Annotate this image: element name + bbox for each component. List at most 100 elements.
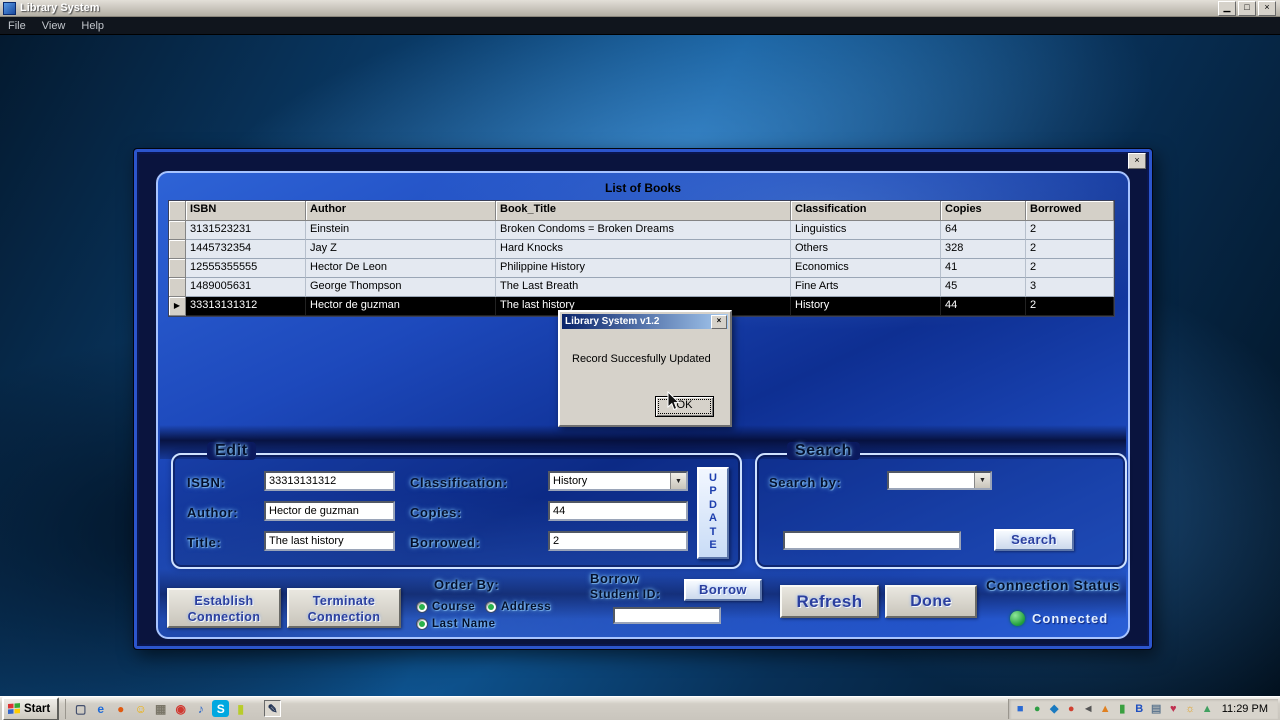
radio-dot-icon[interactable] (416, 601, 428, 613)
grid-cell[interactable]: Broken Condoms = Broken Dreams (496, 221, 791, 240)
shield-icon[interactable]: ▲ (1200, 701, 1215, 716)
music-icon[interactable]: ♪ (192, 700, 209, 717)
grid-column-header[interactable]: Borrowed (1026, 201, 1114, 221)
grid-cell[interactable]: Hector de guzman (306, 297, 496, 316)
display-icon[interactable]: ■ (1013, 701, 1028, 716)
grid-cell[interactable]: Hard Knocks (496, 240, 791, 259)
borrow-button[interactable]: Borrow (684, 579, 762, 601)
terminate-connection-button[interactable]: Terminate Connection (287, 588, 401, 628)
chevron-down-icon[interactable]: ▼ (670, 473, 686, 489)
isbn-field[interactable] (264, 471, 395, 491)
show-desktop-icon[interactable]: ▢ (72, 700, 89, 717)
table-row[interactable]: 3131523231 Einstein Broken Condoms = Broke… (169, 221, 1114, 240)
search-button[interactable]: Search (994, 529, 1074, 551)
author-field[interactable] (264, 501, 395, 521)
start-button[interactable]: Start (2, 696, 60, 720)
grid-cell[interactable]: Philippine History (496, 259, 791, 278)
radio-last-name[interactable]: Last Name (416, 618, 496, 630)
grid-cell[interactable]: 3 (1026, 278, 1114, 297)
grid-cell[interactable]: Einstein (306, 221, 496, 240)
row-selector[interactable] (169, 259, 186, 278)
table-row[interactable]: 12555355555 Hector De Leon Philippine Hist… (169, 259, 1114, 278)
row-selector[interactable] (169, 278, 186, 297)
browser-e-icon[interactable]: e (92, 700, 109, 717)
menu-view[interactable]: View (34, 20, 74, 32)
row-selector[interactable] (169, 240, 186, 259)
window-titlebar[interactable]: Library System ▁ □ × (0, 0, 1280, 17)
radio-dot-icon[interactable] (416, 618, 428, 630)
grid-cell[interactable]: 2 (1026, 240, 1114, 259)
messenger-icon[interactable]: ● (1064, 701, 1079, 716)
radio-address[interactable]: Address (485, 601, 551, 613)
copies-field[interactable] (548, 501, 688, 521)
close-icon[interactable]: × (1258, 0, 1276, 16)
network-icon[interactable]: ▲ (1098, 701, 1113, 716)
grid-cell[interactable]: Economics (791, 259, 941, 278)
title-field[interactable] (264, 531, 395, 551)
search-query-input[interactable] (783, 531, 961, 550)
bluetooth-icon[interactable]: B (1132, 701, 1147, 716)
dialog-ok-button[interactable]: OK (655, 396, 714, 417)
sun-icon[interactable]: ☼ (1183, 701, 1198, 716)
refresh-button[interactable]: Refresh (780, 585, 879, 618)
student-id-input[interactable] (613, 607, 721, 624)
notes-icon[interactable]: ▮ (232, 700, 249, 717)
done-button[interactable]: Done (885, 585, 977, 618)
table-row[interactable]: 1489005631 George Thompson The Last Breath… (169, 278, 1114, 297)
grid-cell[interactable]: 328 (941, 240, 1026, 259)
maximize-icon[interactable]: □ (1238, 0, 1256, 16)
search-by-dropdown[interactable]: ▼ (887, 471, 992, 490)
grid-cell[interactable]: 64 (941, 221, 1026, 240)
grid-cell[interactable]: 2 (1026, 259, 1114, 278)
active-app-icon[interactable]: ✎ (264, 700, 282, 717)
grid-cell[interactable]: 1445732354 (186, 240, 306, 259)
grid-column-header[interactable]: Author (306, 201, 496, 221)
dialog-titlebar[interactable]: Library System v1.2 × (562, 314, 728, 329)
grid-cell[interactable]: Fine Arts (791, 278, 941, 297)
grid-cell[interactable]: 41 (941, 259, 1026, 278)
antivirus-icon[interactable]: ◆ (1047, 701, 1062, 716)
grid-cell[interactable]: Jay Z (306, 240, 496, 259)
dialog-close-icon[interactable]: × (711, 315, 727, 329)
grid-cell[interactable]: George Thompson (306, 278, 496, 297)
menu-file[interactable]: File (0, 20, 34, 32)
grid-column-header[interactable]: ISBN (186, 201, 306, 221)
grid-cell[interactable]: History (791, 297, 941, 316)
media-player-icon[interactable]: ● (112, 700, 129, 717)
grid-cell[interactable]: Hector De Leon (306, 259, 496, 278)
form-close-icon[interactable]: × (1128, 153, 1146, 169)
minimize-icon[interactable]: ▁ (1218, 0, 1236, 16)
volume-icon[interactable]: ◄ (1081, 701, 1096, 716)
grid-cell[interactable]: 2 (1026, 297, 1114, 316)
calendar-icon[interactable]: ▦ (152, 700, 169, 717)
clipboard-icon[interactable]: ▤ (1149, 701, 1164, 716)
grid-cell[interactable]: 33313131312 (186, 297, 306, 316)
grid-cell[interactable]: 44 (941, 297, 1026, 316)
update-icon[interactable]: ● (1030, 701, 1045, 716)
grid-cell[interactable]: The Last Breath (496, 278, 791, 297)
table-row[interactable]: 1445732354 Jay Z Hard Knocks Others 328 2 (169, 240, 1114, 259)
borrowed-field[interactable] (548, 531, 688, 551)
heart-icon[interactable]: ♥ (1166, 701, 1181, 716)
classification-dropdown[interactable]: History ▼ (548, 471, 688, 491)
radio-dot-icon[interactable] (485, 601, 497, 613)
grid-cell[interactable]: Others (791, 240, 941, 259)
grid-cell[interactable]: 45 (941, 278, 1026, 297)
grid-cell[interactable]: 12555355555 (186, 259, 306, 278)
battery-icon[interactable]: ▮ (1115, 701, 1130, 716)
grid-cell[interactable]: 3131523231 (186, 221, 306, 240)
update-button[interactable]: UPDATE (697, 467, 729, 559)
chevron-down-icon[interactable]: ▼ (974, 473, 990, 488)
grid-column-header[interactable]: Copies (941, 201, 1026, 221)
establish-connection-button[interactable]: Establish Connection (167, 588, 281, 628)
grid-cell[interactable]: 2 (1026, 221, 1114, 240)
grid-column-header[interactable]: Book_Title (496, 201, 791, 221)
row-selector[interactable] (169, 221, 186, 240)
menu-help[interactable]: Help (73, 20, 112, 32)
smiley-icon[interactable]: ☺ (132, 700, 149, 717)
grid-cell[interactable]: 1489005631 (186, 278, 306, 297)
grid-cell[interactable]: Linguistics (791, 221, 941, 240)
row-selector[interactable]: ▶ (169, 297, 186, 316)
skype-icon[interactable]: S (212, 700, 230, 717)
radio-course[interactable]: Course (416, 601, 475, 613)
